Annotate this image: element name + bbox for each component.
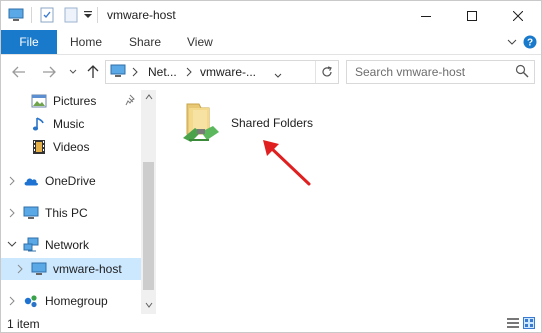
title-bar: vmware-host — [1, 1, 541, 30]
sidebar-item-label: vmware-host — [53, 262, 122, 276]
breadcrumb-separator-icon[interactable] — [186, 66, 192, 80]
refresh-button[interactable] — [315, 61, 338, 83]
onedrive-icon — [23, 173, 39, 189]
address-computer-icon — [110, 64, 126, 81]
nav-scrollbar[interactable] — [141, 90, 156, 314]
large-icons-view-icon[interactable] — [523, 317, 535, 329]
search-input[interactable]: Search vmware-host — [355, 65, 465, 79]
customize-toolbar-dropdown-icon[interactable] — [83, 7, 93, 23]
address-dropdown-icon[interactable] — [274, 68, 282, 82]
address-bar[interactable]: Net... vmware-... — [105, 60, 339, 84]
expand-chevron-icon[interactable] — [7, 208, 17, 218]
item-name: Shared Folders — [231, 116, 314, 130]
sidebar-item-label: Network — [45, 238, 90, 252]
maximize-button[interactable] — [449, 1, 495, 30]
up-arrow-icon[interactable] — [85, 64, 101, 80]
back-arrow-icon[interactable] — [11, 64, 27, 80]
scroll-up-icon[interactable] — [141, 90, 156, 104]
sidebar-item-vmware-host[interactable]: vmware-host — [1, 258, 141, 280]
expand-chevron-icon[interactable] — [7, 176, 17, 186]
minimize-button[interactable] — [403, 1, 449, 30]
sidebar-item-label: This PC — [45, 206, 88, 220]
computer-icon — [31, 261, 47, 277]
tab-view[interactable]: View — [187, 35, 213, 49]
search-box[interactable]: Search vmware-host — [346, 60, 535, 84]
sidebar-item-this-pc[interactable]: This PC — [1, 202, 141, 224]
item-count: 1 item — [7, 317, 40, 331]
window-title: vmware-host — [107, 8, 176, 22]
navigation-pane: Pictures Music Videos OneDrive This PC N… — [1, 90, 156, 314]
new-folder-icon[interactable] — [63, 7, 79, 23]
scrollbar-thumb[interactable] — [143, 162, 154, 290]
homegroup-icon — [23, 293, 39, 309]
search-icon[interactable] — [515, 64, 529, 81]
tab-share[interactable]: Share — [129, 35, 161, 49]
help-icon[interactable]: ? — [522, 34, 538, 50]
tab-file[interactable]: File — [1, 30, 57, 54]
details-view-icon[interactable] — [507, 317, 519, 329]
breadcrumb-network[interactable]: Net... — [148, 65, 177, 79]
address-row: Net... vmware-... Search vmware-host — [1, 55, 541, 90]
computer-icon[interactable] — [7, 7, 25, 23]
scroll-down-icon[interactable] — [141, 298, 156, 312]
recent-locations-icon[interactable] — [65, 64, 81, 80]
collapse-chevron-icon[interactable] — [7, 240, 17, 250]
explorer-window: vmware-host File Home Share View ? Net..… — [0, 0, 542, 333]
expand-chevron-icon[interactable] — [15, 264, 25, 274]
close-button[interactable] — [495, 1, 541, 30]
qa-divider — [31, 7, 32, 23]
sidebar-item-pictures[interactable]: Pictures — [1, 90, 141, 112]
sidebar-item-music[interactable]: Music — [1, 113, 141, 135]
sidebar-item-label: Homegroup — [45, 294, 108, 308]
videos-icon — [31, 139, 47, 155]
sidebar-item-videos[interactable]: Videos — [1, 136, 141, 158]
tab-home[interactable]: Home — [70, 35, 102, 49]
svg-text:?: ? — [527, 38, 533, 49]
sidebar-item-label: OneDrive — [45, 174, 96, 188]
red-arrow-icon — [257, 136, 317, 191]
breadcrumb-vmware-host[interactable]: vmware-... — [200, 65, 256, 79]
title-divider — [97, 7, 98, 23]
music-icon — [31, 116, 47, 132]
network-icon — [23, 237, 39, 253]
pin-icon — [125, 94, 137, 109]
properties-icon[interactable] — [39, 7, 55, 23]
forward-arrow-icon[interactable] — [41, 64, 57, 80]
sidebar-item-label: Pictures — [53, 94, 97, 108]
sidebar-item-label: Videos — [53, 140, 90, 154]
breadcrumb-separator-icon[interactable] — [132, 66, 138, 80]
this-pc-icon — [23, 205, 39, 221]
pictures-icon — [31, 93, 47, 109]
shared-folder-icon — [179, 98, 223, 149]
sidebar-item-onedrive[interactable]: OneDrive — [1, 170, 141, 192]
status-bar: 1 item — [1, 314, 541, 332]
sidebar-item-network[interactable]: Network — [1, 234, 141, 256]
expand-chevron-icon[interactable] — [7, 296, 17, 306]
refresh-icon — [322, 66, 332, 77]
file-list: Shared Folders — [157, 90, 541, 314]
ribbon-tabs: File Home Share View ? — [1, 30, 541, 55]
sidebar-item-label: Music — [53, 117, 85, 131]
expand-ribbon-icon[interactable] — [504, 34, 520, 50]
sidebar-item-homegroup[interactable]: Homegroup — [1, 290, 141, 312]
